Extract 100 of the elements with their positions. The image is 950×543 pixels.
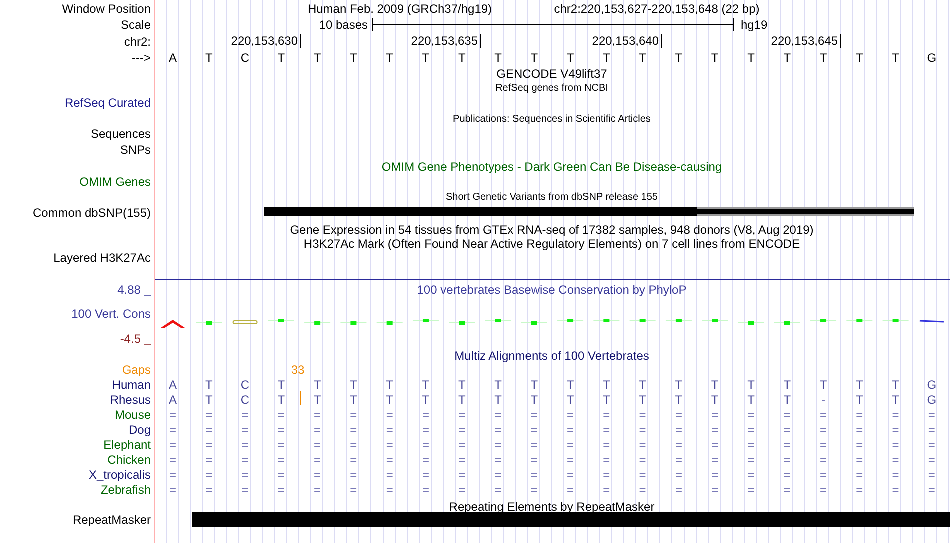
base-letter: = <box>675 484 682 496</box>
track-label[interactable]: 100 Vert. Cons <box>72 308 151 320</box>
row-label: Scale <box>120 19 151 31</box>
coordinate-label: 220,153,630 <box>231 34 301 48</box>
base-letter: = <box>639 469 646 481</box>
base-letter: = <box>422 409 430 421</box>
base-letter: T <box>494 52 502 64</box>
base-letter: T <box>675 394 683 406</box>
track-label[interactable]: Layered H3K27Ac <box>54 252 151 264</box>
base-letter: = <box>639 484 646 496</box>
track-label[interactable]: SNPs <box>120 144 151 156</box>
base-letter: T <box>350 394 358 406</box>
base-letter: = <box>675 454 682 466</box>
base-letter: T <box>711 52 719 64</box>
base-letter: = <box>567 469 574 481</box>
base-letter: T <box>458 394 466 406</box>
base-letter: T <box>784 52 792 64</box>
base-letter: = <box>530 409 538 421</box>
base-letter: T <box>820 52 828 64</box>
base-letter: = <box>712 484 719 496</box>
base-letter: C <box>240 52 250 64</box>
species-label[interactable]: Zebrafish <box>100 484 151 496</box>
track-title: Publications: Sequences in Scientific Articles <box>453 115 651 125</box>
base-letter: = <box>494 409 502 421</box>
base-letter: = <box>458 454 466 466</box>
base-letter: T <box>350 52 358 64</box>
base-letter: = <box>856 454 864 466</box>
base-letter: = <box>494 454 502 466</box>
base-letter: = <box>639 424 646 436</box>
species-label[interactable]: Elephant <box>104 439 151 451</box>
base-letter: = <box>603 469 610 481</box>
base-letter: = <box>603 424 610 436</box>
track-label[interactable]: RepeatMasker <box>72 514 151 526</box>
base-letter: T <box>784 394 792 406</box>
species-label[interactable]: Human <box>112 379 151 391</box>
base-letter: = <box>170 484 176 496</box>
base-letter: = <box>928 439 936 451</box>
base-letter: = <box>242 454 249 466</box>
base-letter: = <box>892 439 900 451</box>
base-letter: = <box>603 454 610 466</box>
base-letter: = <box>350 409 358 421</box>
base-letter: = <box>784 484 791 496</box>
base-letter: = <box>712 439 719 451</box>
species-label[interactable]: Dog <box>128 424 151 436</box>
base-letter: = <box>206 409 213 421</box>
base-letter: = <box>314 424 322 436</box>
base-letter: T <box>458 52 466 64</box>
base-letter: T <box>350 379 358 391</box>
base-letter: = <box>603 484 610 496</box>
base-letter: = <box>494 469 502 481</box>
species-label[interactable]: Chicken <box>108 454 151 466</box>
coordinate-label: 220,153,640 <box>592 34 662 48</box>
base-letter: = <box>892 409 900 421</box>
track-label[interactable]: Common dbSNP(155) <box>32 207 151 219</box>
species-label[interactable]: X_tropicalis <box>88 469 151 481</box>
base-letter: T <box>639 394 646 406</box>
species-label[interactable]: Rhesus <box>110 394 151 406</box>
base-letter: = <box>278 454 285 466</box>
base-letter: T <box>748 394 755 406</box>
track-label[interactable]: OMIM Genes <box>80 176 151 188</box>
base-letter: = <box>278 484 285 496</box>
base-letter: = <box>712 454 719 466</box>
track-label[interactable]: Sequences <box>90 128 151 140</box>
base-letter: = <box>278 469 285 481</box>
base-letter: = <box>856 469 864 481</box>
base-letter: T <box>530 379 538 391</box>
base-letter: = <box>639 409 646 421</box>
base-letter: T <box>603 52 610 64</box>
base-letter: = <box>386 484 394 496</box>
base-letter: = <box>386 469 394 481</box>
base-letter: = <box>314 439 322 451</box>
species-label[interactable]: Mouse <box>114 409 151 421</box>
base-letter: = <box>170 424 176 436</box>
base-letter: = <box>928 424 936 436</box>
base-letter: G <box>927 379 937 391</box>
base-letter: T <box>675 379 683 391</box>
base-letter: = <box>206 439 213 451</box>
base-letter: T <box>856 52 864 64</box>
base-letter: = <box>458 424 466 436</box>
base-letter: = <box>675 469 682 481</box>
base-letter: = <box>458 409 466 421</box>
base-letter: = <box>748 484 755 496</box>
track-label[interactable]: RefSeq Curated <box>64 97 151 109</box>
track-title: GENCODE V49lift37 <box>496 68 608 80</box>
base-letter: T <box>748 379 755 391</box>
row-label: chr2: <box>124 36 151 48</box>
base-letter: = <box>350 454 358 466</box>
track-title: Short Genetic Variants from dbSNP release 155 <box>446 193 658 203</box>
base-letter: = <box>350 439 358 451</box>
base-letter: = <box>675 439 682 451</box>
base-letter: = <box>567 439 574 451</box>
base-letter: T <box>892 379 900 391</box>
base-letter: = <box>422 424 430 436</box>
assembly-text: Human Feb. 2009 (GRCh37/hg19) <box>308 3 492 15</box>
base-letter: = <box>314 484 322 496</box>
base-letter: T <box>422 379 430 391</box>
base-letter: = <box>567 409 574 421</box>
base-letter: = <box>458 484 466 496</box>
base-letter: = <box>314 409 322 421</box>
axis-label: 4.88 _ <box>118 284 151 296</box>
